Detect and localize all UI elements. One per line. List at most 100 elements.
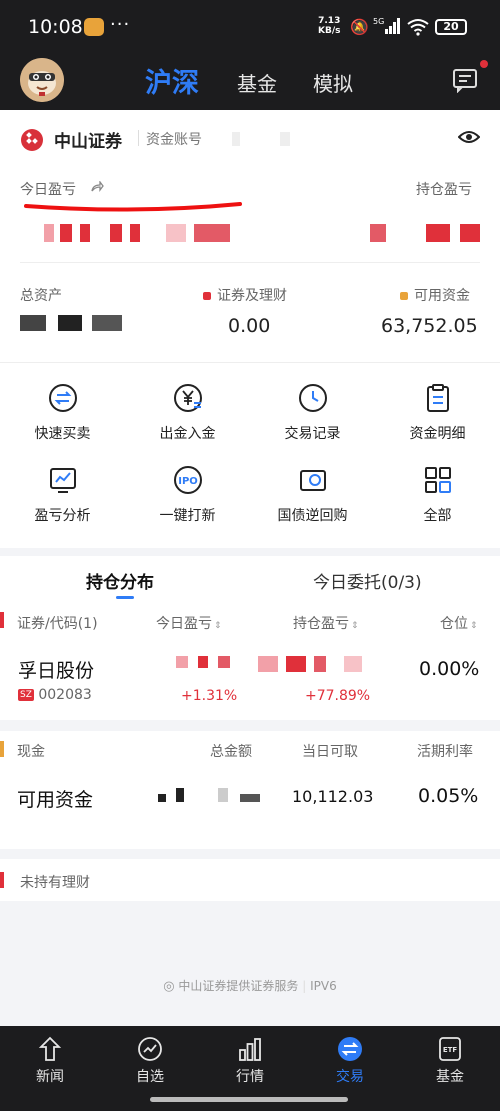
col-holding-pnl[interactable]: 持仓盈亏 ⇕: [293, 613, 359, 633]
stock-code: SZ 002083: [18, 687, 92, 703]
unread-badge: [480, 60, 488, 68]
stock-name[interactable]: 孚日股份: [18, 656, 94, 683]
market-icon: [239, 1038, 261, 1061]
available-funds-value: 63,752.05: [381, 315, 478, 337]
red-underline-annotation: [24, 202, 242, 212]
market-badge: SZ: [18, 689, 34, 701]
cash-name: 可用资金: [17, 789, 94, 811]
shortcut-yen-transfer[interactable]: 出金入金: [125, 383, 250, 443]
more-notifications-icon: ···: [110, 14, 131, 35]
shortcut-label: 国债逆回购: [277, 508, 348, 524]
col-cash: 现金: [17, 744, 45, 760]
section-marker: [0, 872, 4, 888]
mascot-icon: [20, 58, 64, 102]
broker-logo-icon: [21, 129, 43, 151]
stock-today-pct: +1.31%: [181, 688, 238, 704]
shortcut-clipboard[interactable]: 资金明细: [375, 383, 500, 443]
sort-icon: ⇕: [214, 621, 222, 631]
top-nav: 沪深 基金 模拟: [0, 56, 500, 110]
securities-value: 0.00: [228, 315, 271, 337]
repo-icon: [299, 470, 326, 491]
shortcut-clock[interactable]: 交易记录: [250, 383, 375, 443]
shortcut-label: 一键打新: [159, 508, 216, 524]
mute-icon: 🔕: [350, 18, 369, 36]
today-pnl-value-masked: [44, 224, 234, 242]
trading-page: 10:08 ··· 7.13 KB/s 🔕 5G 20 沪深 基金 模拟 中山证…: [0, 0, 500, 1111]
tab-hushen[interactable]: 沪深: [145, 61, 199, 100]
message-icon[interactable]: [452, 67, 478, 93]
footer-note: ◎ 中山证券提供证券服务 | IPV6: [163, 979, 337, 994]
stock-position: 0.00%: [419, 658, 480, 680]
today-pnl-label[interactable]: 今日盈亏: [20, 179, 76, 199]
total-assets-label: 总资产: [20, 288, 62, 304]
nav-watchlist[interactable]: 自选: [110, 1036, 190, 1086]
cash-total-masked: [158, 788, 262, 802]
total-assets-value-masked: [20, 315, 124, 331]
tab-holdings-distribution[interactable]: 持仓分布: [86, 568, 154, 593]
svg-text:ETF: ETF: [443, 1046, 458, 1054]
col-security-code: 证券/代码(1): [17, 616, 98, 632]
shortcut-grid[interactable]: 全部: [375, 465, 500, 525]
col-withdrawable: 当日可取: [302, 744, 358, 760]
cash-withdrawable: 10,112.03: [292, 787, 374, 806]
swap-icon: [48, 384, 77, 412]
no-wealth-label: 未持有理财: [20, 875, 90, 891]
shortcut-chart[interactable]: 盈亏分析: [0, 465, 125, 525]
trade-icon: [338, 1037, 362, 1061]
sort-icon: ⇕: [351, 621, 359, 631]
available-funds-label: 可用资金: [400, 285, 470, 305]
grid-icon: [424, 467, 451, 493]
etf-icon: ETF: [439, 1037, 461, 1061]
share-icon[interactable]: [90, 181, 104, 193]
wifi-icon: [407, 19, 429, 36]
col-today-pnl[interactable]: 今日盈亏 ⇕: [156, 613, 222, 633]
col-position[interactable]: 仓位 ⇕: [440, 613, 478, 633]
shortcut-label: 盈亏分析: [34, 508, 91, 524]
tab-today-orders[interactable]: 今日委托(0/3): [313, 568, 422, 593]
holding-pnl-amount-masked: [258, 656, 364, 672]
nav-trade[interactable]: 交易: [310, 1036, 390, 1086]
shortcut-ipo[interactable]: IPO 一键打新: [125, 465, 250, 525]
today-pnl-amount-masked: [176, 656, 232, 668]
svg-text:IPO: IPO: [178, 476, 198, 487]
shortcut-label: 交易记录: [284, 426, 341, 442]
globe-icon: ◎: [163, 979, 175, 994]
ipo-icon: IPO: [173, 466, 202, 494]
watchlist-icon: [138, 1037, 162, 1061]
nav-fund[interactable]: ETF 基金: [410, 1036, 490, 1086]
shortcut-label: 快速买卖: [34, 426, 91, 442]
divider: [20, 262, 480, 263]
holding-pnl-label: 持仓盈亏: [416, 182, 472, 198]
stock-holding-pct: +77.89%: [305, 688, 371, 704]
col-interest-rate: 活期利率: [417, 744, 473, 760]
shortcut-label: 全部: [423, 508, 452, 524]
shortcut-label: 出金入金: [159, 426, 216, 442]
section-marker: [0, 612, 4, 628]
col-total-amount: 总金额: [210, 744, 252, 760]
cash-rate: 0.05%: [418, 785, 479, 807]
holding-pnl-value-masked: [370, 224, 482, 242]
status-bar: 10:08 ··· 7.13 KB/s 🔕 5G 20: [0, 0, 500, 56]
nav-news[interactable]: 新闻: [10, 1036, 90, 1086]
nav-market[interactable]: 行情: [210, 1036, 290, 1086]
active-tab-indicator: [116, 596, 134, 599]
clipboard-icon: [426, 384, 449, 412]
tab-simulation[interactable]: 模拟: [313, 68, 353, 97]
status-time: 10:08: [28, 16, 83, 38]
shortcut-swap[interactable]: 快速买卖: [0, 383, 125, 443]
shortcut-repo[interactable]: 国债逆回购: [250, 465, 375, 525]
yen-transfer-icon: [173, 384, 202, 412]
news-icon: [38, 1036, 62, 1061]
tab-fund[interactable]: 基金: [237, 68, 277, 97]
home-indicator[interactable]: [150, 1097, 348, 1102]
broker-name: 中山证券: [54, 132, 122, 152]
battery-icon: 20: [435, 19, 467, 35]
svg-text:5G: 5G: [373, 17, 384, 26]
account-number-label: 资金账号: [146, 132, 202, 148]
avatar[interactable]: [20, 58, 64, 102]
section-marker: [0, 741, 4, 757]
account-number-masked: [232, 132, 292, 146]
network-speed: 7.13 KB/s: [318, 16, 341, 36]
eye-icon[interactable]: [458, 128, 480, 146]
chart-icon: [49, 468, 76, 493]
